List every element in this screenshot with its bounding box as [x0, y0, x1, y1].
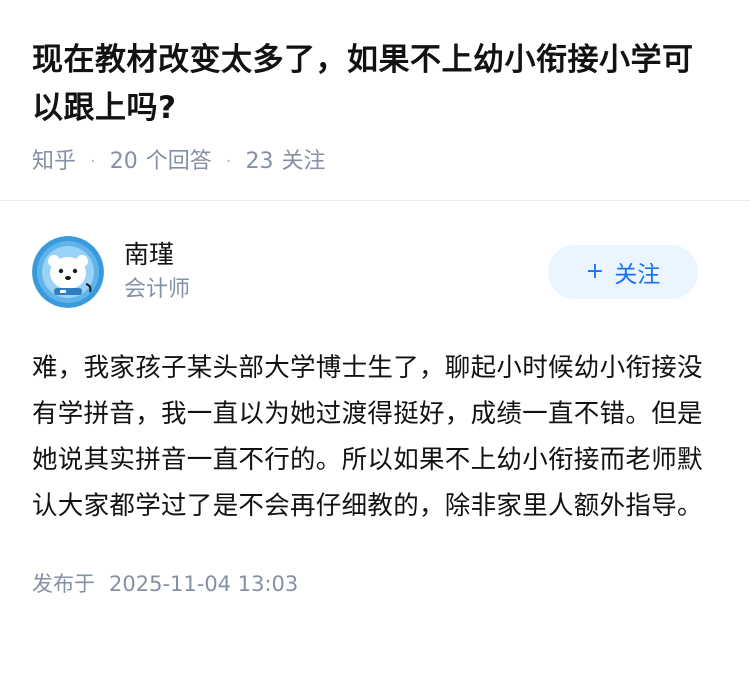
follow-author-button[interactable]: + 关注 — [548, 245, 698, 299]
plus-icon: + — [585, 259, 605, 284]
meta-separator: · — [225, 151, 232, 172]
answer-card: 南瑾 会计师 + 关注 难，我家孩子某头部大学博士生了，聊起小时候幼小衔接没有学… — [0, 201, 750, 599]
publish-label: 发布于 — [32, 572, 95, 596]
answer-content[interactable]: 难，我家孩子某头部大学博士生了，聊起小时候幼小衔接没有学拼音，我一直以为她过渡得… — [32, 345, 718, 529]
follow-count: 23 — [245, 149, 274, 174]
author-name[interactable]: 南瑾 — [124, 238, 548, 272]
answer-count-label[interactable]: 个回答 — [146, 147, 212, 177]
question-meta: 知乎 · 20 个回答 · 23 关注 — [32, 147, 718, 177]
meta-separator: · — [90, 151, 96, 172]
publish-time: 发布于 2025-11-04 13:03 — [32, 569, 718, 599]
follow-button-label: 关注 — [614, 262, 661, 288]
follow-count-label: 关注 — [281, 149, 326, 174]
answer-count: 20 — [109, 149, 138, 174]
author-headline: 会计师 — [124, 277, 191, 302]
source-label[interactable]: 知乎 — [32, 147, 76, 177]
author-row: 南瑾 会计师 + 关注 — [32, 235, 718, 309]
author-info: 南瑾 会计师 — [124, 238, 548, 306]
publish-timestamp: 2025-11-04 13:03 — [109, 572, 299, 596]
avatar[interactable] — [32, 236, 104, 308]
question-title[interactable]: 现在教材改变太多了，如果不上幼小衔接小学可以跟上吗? — [32, 36, 718, 132]
question-header: 现在教材改变太多了，如果不上幼小衔接小学可以跟上吗? 知乎 · 20 个回答 ·… — [0, 0, 750, 174]
bear-avatar-icon — [32, 236, 104, 308]
